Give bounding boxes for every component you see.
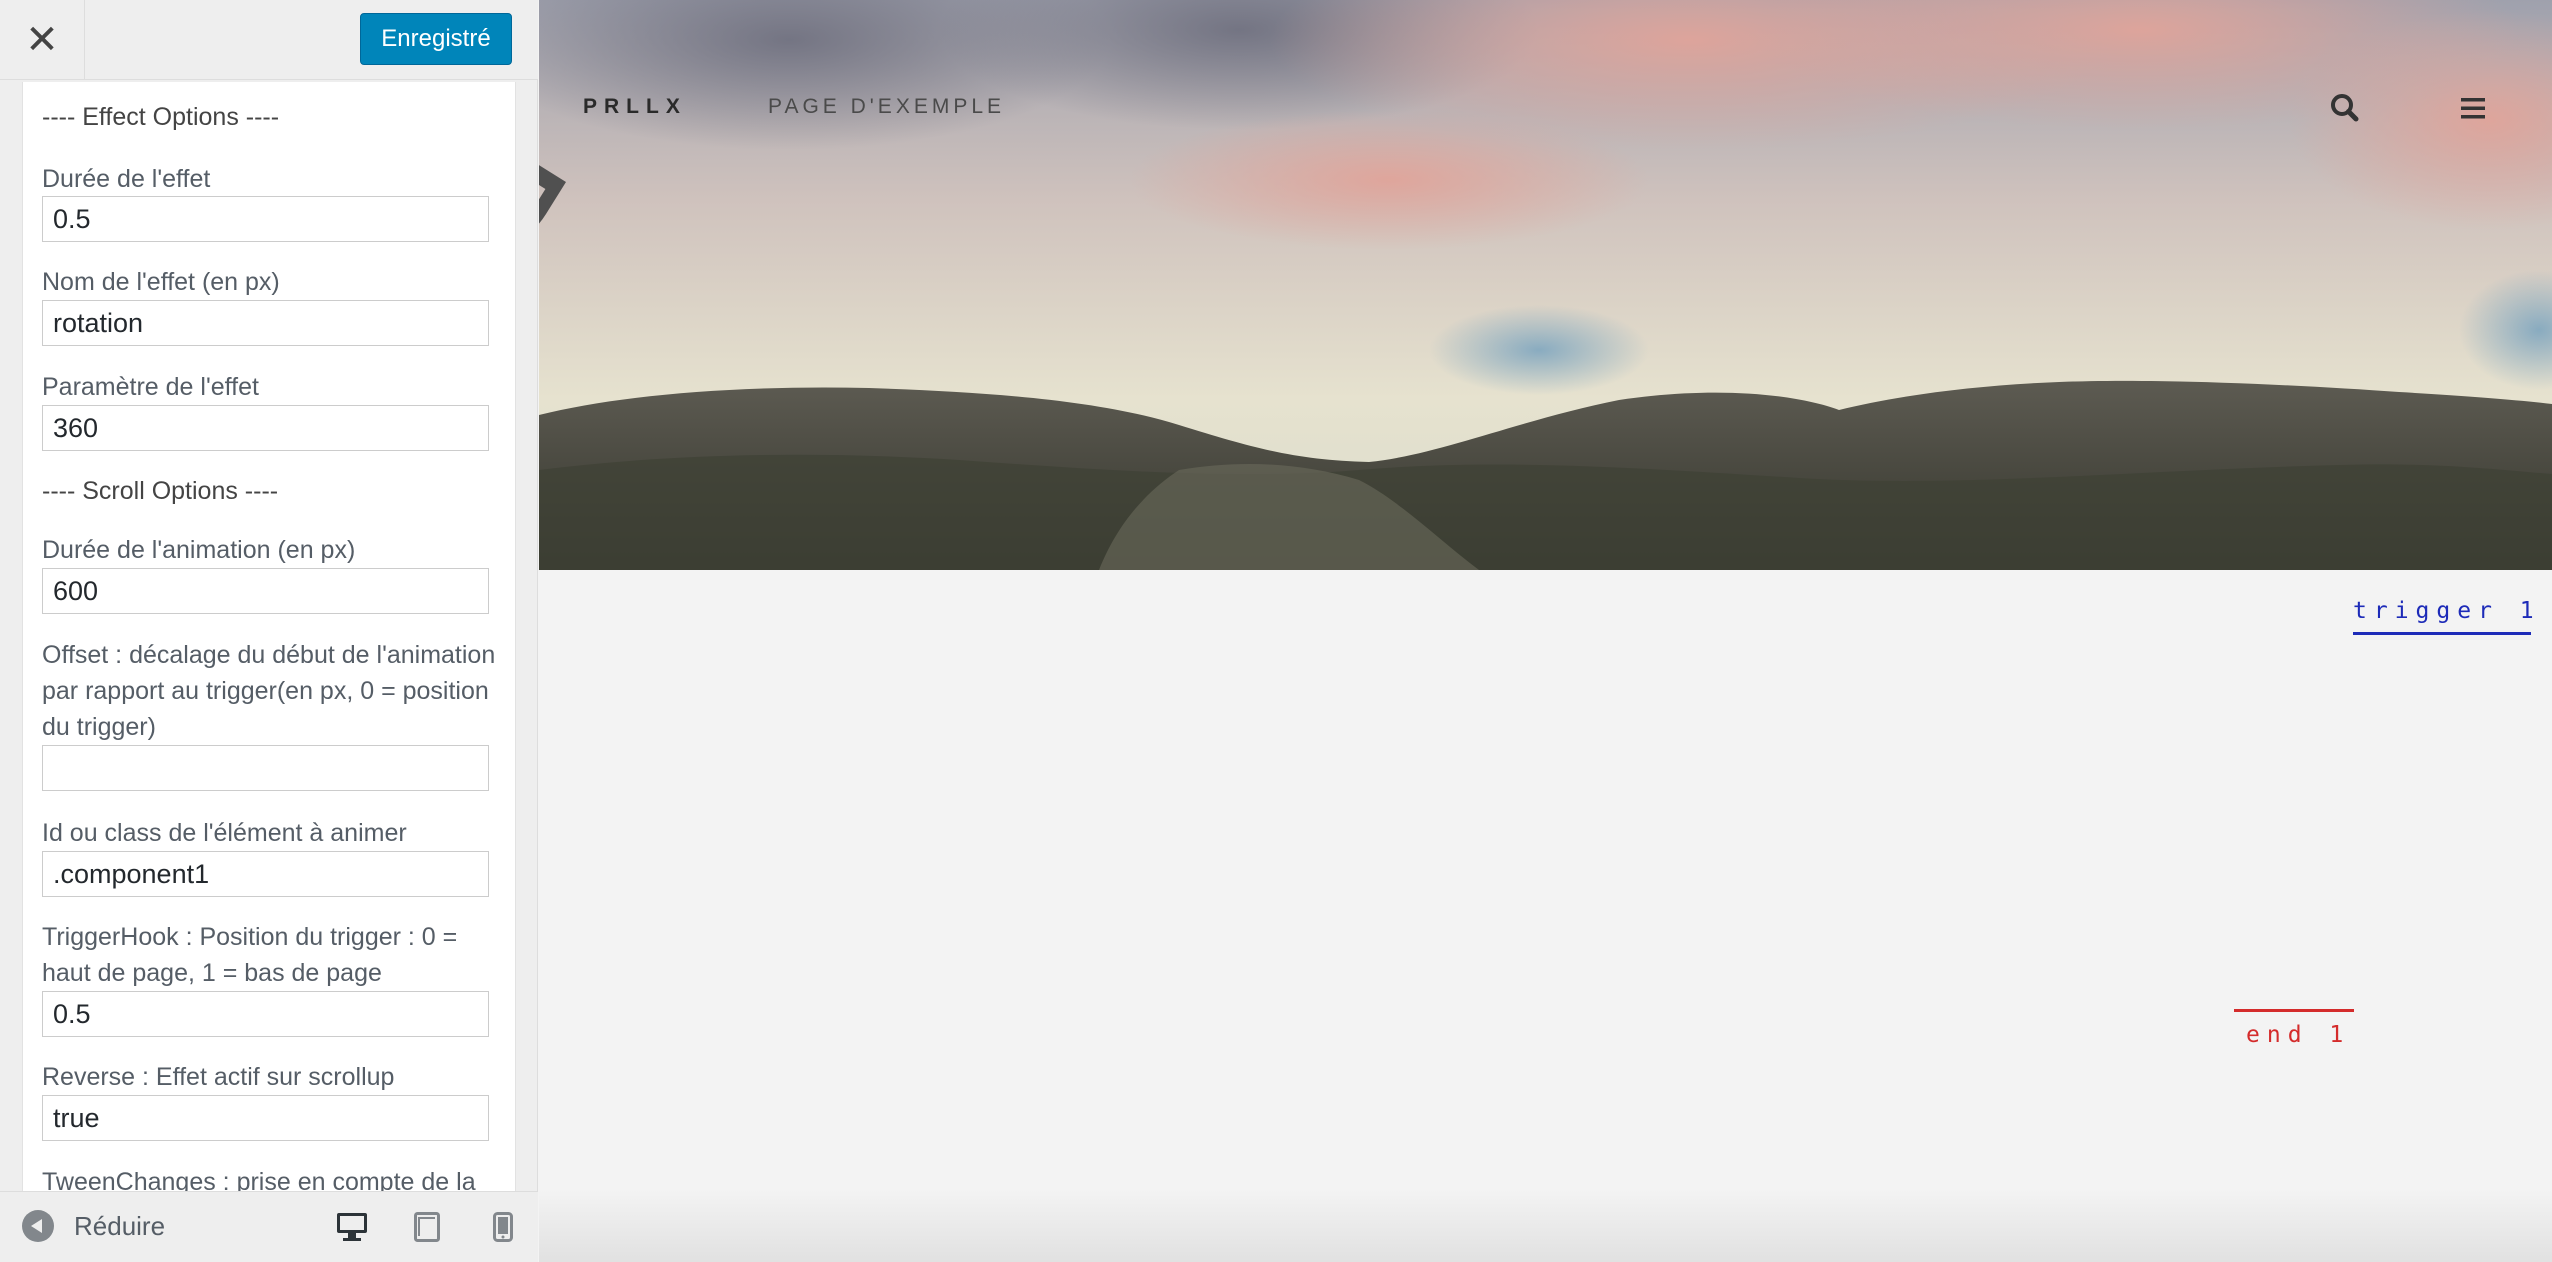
close-icon: ✕ bbox=[25, 17, 59, 63]
offset-label: Offset : décalage du début de l'animatio… bbox=[42, 641, 496, 741]
effect-param-label: Paramètre de l'effet bbox=[42, 373, 259, 401]
bottom-fade bbox=[539, 1190, 2552, 1262]
section-title-effect-options: ---- Effect Options ---- bbox=[42, 103, 280, 131]
search-button[interactable] bbox=[2325, 88, 2365, 128]
mobile-icon bbox=[493, 1212, 513, 1242]
close-button[interactable]: ✕ bbox=[0, 0, 85, 80]
effect-param-input[interactable] bbox=[42, 405, 489, 451]
element-id-input[interactable] bbox=[42, 851, 489, 897]
scroll-trigger-marker: trigger 1 bbox=[2353, 598, 2534, 635]
effect-name-label: Nom de l'effet (en px) bbox=[42, 268, 280, 296]
search-icon bbox=[2331, 94, 2359, 122]
offset-input[interactable] bbox=[42, 745, 489, 791]
sidebar-controls-panel[interactable]: ---- Effect Options ---- Durée de l'effe… bbox=[22, 82, 516, 1191]
collapse-label: Réduire bbox=[74, 1210, 166, 1241]
animation-duration-label: Durée de l'animation (en px) bbox=[42, 536, 356, 564]
tablet-icon bbox=[414, 1212, 440, 1242]
arrow-left-circle-icon bbox=[22, 1210, 54, 1242]
save-button[interactable]: Enregistré bbox=[360, 13, 512, 65]
reverse-label: Reverse : Effet actif sur scrollup bbox=[42, 1063, 395, 1091]
element-id-label: Id ou class de l'élément à animer bbox=[42, 819, 407, 847]
hamburger-menu-icon bbox=[2461, 98, 2485, 119]
preview-tablet-button[interactable] bbox=[408, 1209, 446, 1245]
desktop-icon bbox=[337, 1213, 367, 1241]
preview-desktop-button[interactable] bbox=[333, 1209, 371, 1245]
sidebar-footer: Réduire bbox=[0, 1191, 538, 1262]
section-title-scroll-options: ---- Scroll Options ---- bbox=[42, 477, 279, 505]
trigger-hook-input[interactable] bbox=[42, 991, 489, 1037]
menu-button[interactable] bbox=[2453, 88, 2493, 128]
customizer-sidebar: ✕ Enregistré ---- Effect Options ---- Du… bbox=[0, 0, 538, 1262]
effect-name-input[interactable] bbox=[42, 300, 489, 346]
site-preview[interactable]: PRLLX PAGE D'EXEMPLE PRLLX trigger 1 end… bbox=[539, 0, 2552, 1262]
collapse-sidebar-button[interactable]: Réduire bbox=[22, 1210, 165, 1242]
effect-duration-input[interactable] bbox=[42, 196, 489, 242]
nav-link-sample-page[interactable]: PAGE D'EXEMPLE bbox=[768, 95, 1005, 119]
site-logo[interactable]: PRLLX bbox=[583, 95, 687, 119]
scroll-end-marker: end 1 bbox=[2234, 1009, 2354, 1048]
tween-changes-label: TweenChanges : prise en compte de la bbox=[42, 1168, 476, 1191]
effect-duration-label: Durée de l'effet bbox=[42, 165, 211, 193]
sidebar-header: ✕ Enregistré bbox=[0, 0, 538, 80]
mountain-sky-image bbox=[539, 0, 2552, 570]
preview-mobile-button[interactable] bbox=[484, 1209, 522, 1245]
hero-image: PRLLX PAGE D'EXEMPLE PRLLX bbox=[539, 0, 2552, 570]
trigger-hook-label: TriggerHook : Position du trigger : 0 = … bbox=[42, 923, 458, 987]
reverse-input[interactable] bbox=[42, 1095, 489, 1141]
animation-duration-input[interactable] bbox=[42, 568, 489, 614]
